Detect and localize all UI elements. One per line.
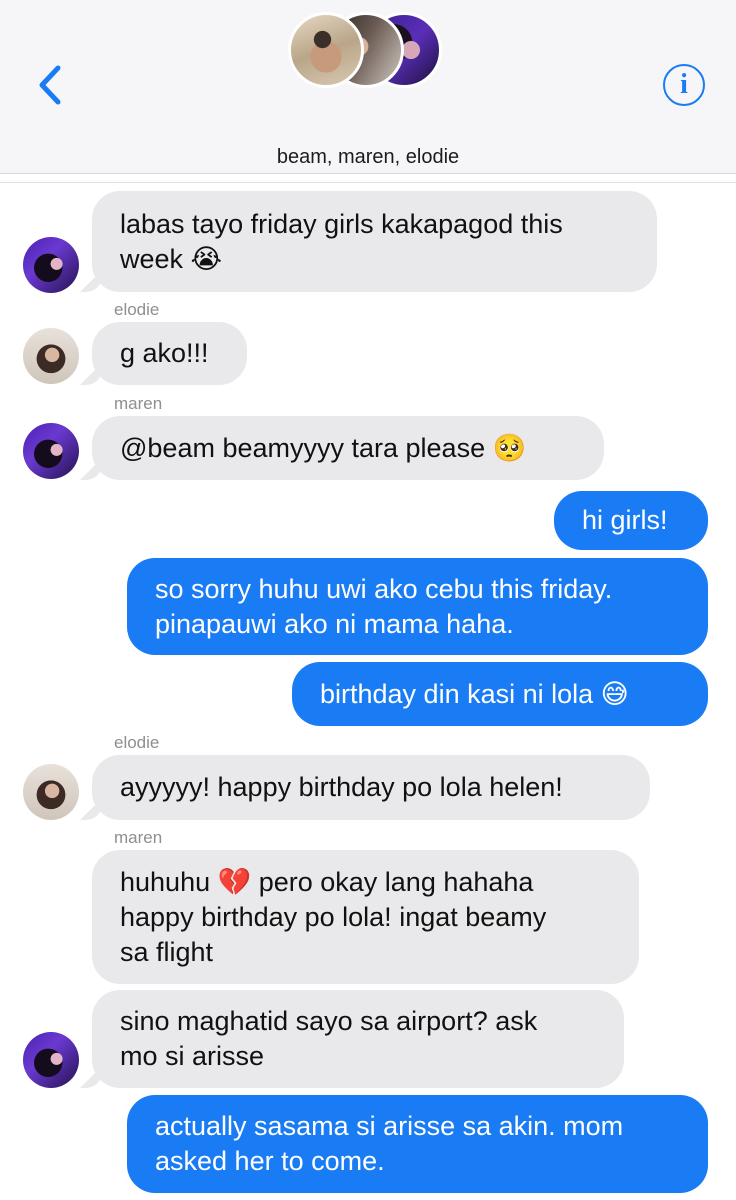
group-avatar-stack[interactable]	[288, 8, 448, 88]
message-bubble-incoming[interactable]: g ako!!!	[92, 322, 247, 385]
message-bubble-outgoing[interactable]: hi girls!	[554, 491, 708, 550]
group-member-avatar	[288, 12, 364, 88]
sender-name: elodie	[114, 733, 160, 752]
back-button[interactable]	[30, 60, 70, 110]
avatar-beam[interactable]	[23, 1032, 79, 1088]
message-bubble-incoming[interactable]: @beam beamyyyy tara please 🥺	[92, 416, 604, 480]
bubble-tail	[80, 1066, 102, 1088]
message-bubble-incoming[interactable]: ayyyyy! happy birthday po lola helen!	[92, 755, 650, 820]
avatar-elodie[interactable]	[23, 328, 79, 384]
message-line: birthday din kasi ni lola 😅	[320, 678, 629, 709]
message-line: @beam beamyyyy tara please 🥺	[120, 432, 527, 463]
sender-name: maren	[114, 828, 163, 847]
info-icon: i	[680, 69, 688, 100]
message-line: sino maghatid sayo sa airport? ask	[120, 1006, 538, 1036]
message-line: happy birthday po lola! ingat beamy	[120, 901, 547, 932]
message-bubble-outgoing[interactable]: actually sasama si arisse sa akin. mom a…	[127, 1095, 708, 1193]
message-line: asked her to come.	[155, 1146, 385, 1176]
info-button[interactable]: i	[663, 64, 705, 106]
message-line: hi girls!	[582, 505, 668, 535]
message-bubble-incoming[interactable]: labas tayo friday girls kakapagod this w…	[92, 191, 657, 292]
message-line: sa flight	[120, 936, 214, 967]
avatar-beam[interactable]	[23, 237, 79, 293]
message-bubble-outgoing[interactable]: birthday din kasi ni lola 😅	[292, 662, 708, 726]
message-bubble-incoming[interactable]: huhuhu 💔 pero okay lang hahaha happy bir…	[92, 850, 639, 984]
message-line: g ako!!!	[120, 338, 209, 368]
sender-name: maren	[114, 394, 163, 413]
chevron-left-icon	[39, 65, 61, 105]
message-line: huhuhu 💔 pero okay lang hahaha	[120, 866, 534, 897]
message-bubble-outgoing[interactable]: so sorry huhu uwi ako cebu this friday. …	[127, 558, 708, 655]
header-divider	[0, 182, 736, 183]
message-line: so sorry huhu uwi ako cebu this friday.	[155, 573, 613, 604]
message-line: week 😭	[120, 243, 223, 274]
message-bubble-incoming[interactable]: sino maghatid sayo sa airport? ask mo si…	[92, 990, 624, 1088]
avatar-elodie[interactable]	[23, 764, 79, 820]
avatar-maren[interactable]	[23, 423, 79, 479]
message-line: actually sasama si arisse sa akin. mom	[155, 1111, 624, 1141]
message-line: pinapauwi ako ni mama haha.	[155, 608, 514, 639]
group-name[interactable]: beam, maren, elodie	[0, 146, 736, 169]
message-line: labas tayo friday girls kakapagod this	[120, 208, 563, 239]
message-line: ayyyyy! happy birthday po lola helen!	[120, 772, 563, 802]
sender-name: elodie	[114, 300, 160, 319]
message-line: mo si arisse	[120, 1041, 265, 1071]
